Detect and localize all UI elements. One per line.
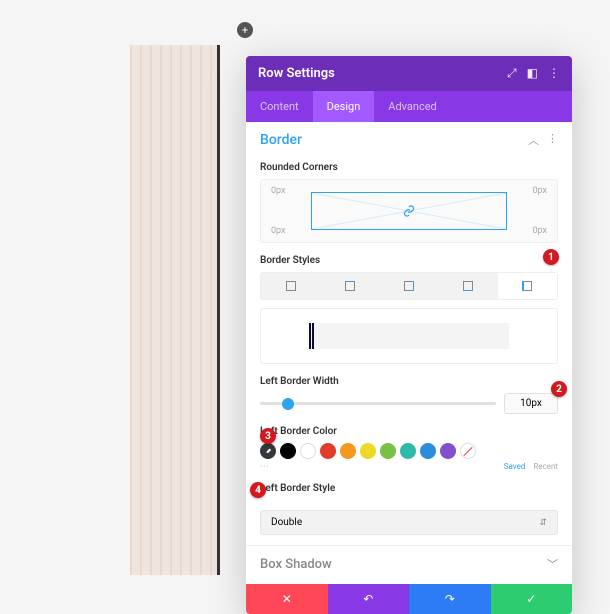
- settings-tabs: Content Design Advanced: [246, 91, 572, 122]
- left-border-style-label: Left Border Style: [260, 483, 558, 494]
- link-corners-toggle[interactable]: [311, 192, 507, 230]
- section-more-icon[interactable]: ⋮: [547, 132, 558, 148]
- tab-content[interactable]: Content: [246, 91, 313, 122]
- row-settings-modal: Row Settings ⤢ ◧ ⋮ Content Design Advanc…: [246, 56, 572, 614]
- border-preview-inner: [309, 323, 509, 349]
- border-side-top[interactable]: [320, 273, 379, 299]
- swatch-red[interactable]: [320, 443, 336, 459]
- duplicate-icon[interactable]: ◧: [527, 66, 538, 81]
- border-section-title: Border: [260, 132, 302, 148]
- swatch-blue[interactable]: [420, 443, 436, 459]
- swatch-black[interactable]: [280, 443, 296, 459]
- more-icon[interactable]: ⋮: [548, 66, 560, 81]
- undo-button[interactable]: ↶: [328, 584, 410, 614]
- border-side-all[interactable]: [261, 273, 320, 299]
- box-shadow-title: Box Shadow: [260, 557, 332, 572]
- redo-button[interactable]: ↷: [409, 584, 491, 614]
- left-border-width-control: 10px: [260, 393, 558, 414]
- corner-tr[interactable]: 0px: [532, 186, 547, 196]
- left-border-width-label: Left Border Width: [260, 376, 558, 387]
- left-border-style-select[interactable]: Double ⇵: [260, 510, 558, 535]
- swatch-purple[interactable]: [440, 443, 456, 459]
- eyedropper-icon: [264, 447, 273, 456]
- page-background-pattern: [130, 45, 220, 575]
- box-shadow-section-header[interactable]: Box Shadow ﹀: [246, 545, 572, 584]
- width-input[interactable]: 10px: [504, 393, 558, 414]
- width-slider-thumb[interactable]: [282, 398, 294, 410]
- recent-colors-link[interactable]: Recent: [533, 462, 558, 471]
- border-side-selector: [260, 272, 558, 300]
- color-sub-links: ··· Saved Recent: [260, 462, 558, 471]
- color-swatches: [260, 443, 558, 459]
- expand-icon[interactable]: ⤢: [507, 66, 517, 81]
- rounded-corners-label: Rounded Corners: [260, 162, 558, 173]
- modal-footer: ✕ ↶ ↷ ✓: [246, 584, 572, 614]
- border-side-left[interactable]: [498, 273, 557, 299]
- annotation-marker-4: 4: [250, 482, 266, 498]
- border-preview: [260, 308, 558, 364]
- border-side-bottom[interactable]: [439, 273, 498, 299]
- border-section-header[interactable]: Border ︿ ⋮: [246, 122, 572, 154]
- left-border-style-value: Double: [271, 517, 302, 528]
- save-button[interactable]: ✓: [491, 584, 573, 614]
- collapse-icon[interactable]: ︿: [528, 132, 539, 148]
- swatch-white[interactable]: [300, 443, 316, 459]
- swatch-yellow[interactable]: [360, 443, 376, 459]
- border-side-right[interactable]: [379, 273, 438, 299]
- select-caret-icon: ⇵: [539, 518, 547, 528]
- annotation-marker-2: 2: [551, 381, 567, 397]
- link-icon: [403, 205, 415, 217]
- modal-title: Row Settings: [258, 66, 335, 81]
- swatch-none[interactable]: [460, 443, 476, 459]
- rounded-corners-control[interactable]: 0px 0px 0px 0px: [260, 179, 558, 243]
- swatch-green[interactable]: [380, 443, 396, 459]
- annotation-marker-3: 3: [260, 428, 276, 444]
- annotation-marker-1: 1: [543, 249, 559, 265]
- corner-br[interactable]: 0px: [532, 226, 547, 236]
- modal-header-actions: ⤢ ◧ ⋮: [507, 66, 560, 81]
- chevron-down-icon: ﹀: [547, 556, 558, 572]
- saved-colors-link[interactable]: Saved: [504, 462, 526, 471]
- border-styles-label: Border Styles: [260, 255, 558, 266]
- corner-tl[interactable]: 0px: [271, 186, 286, 196]
- eyedropper-button[interactable]: [260, 443, 276, 459]
- tab-design[interactable]: Design: [313, 91, 375, 122]
- add-section-button[interactable]: +: [237, 22, 253, 38]
- left-border-color-label: Left Border Color: [260, 426, 558, 437]
- cancel-button[interactable]: ✕: [246, 584, 328, 614]
- swatch-orange[interactable]: [340, 443, 356, 459]
- modal-header[interactable]: Row Settings ⤢ ◧ ⋮: [246, 56, 572, 91]
- more-colors-link[interactable]: ···: [260, 462, 269, 471]
- tab-advanced[interactable]: Advanced: [374, 91, 450, 122]
- width-slider[interactable]: [260, 402, 496, 405]
- corner-bl[interactable]: 0px: [271, 226, 286, 236]
- swatch-teal[interactable]: [400, 443, 416, 459]
